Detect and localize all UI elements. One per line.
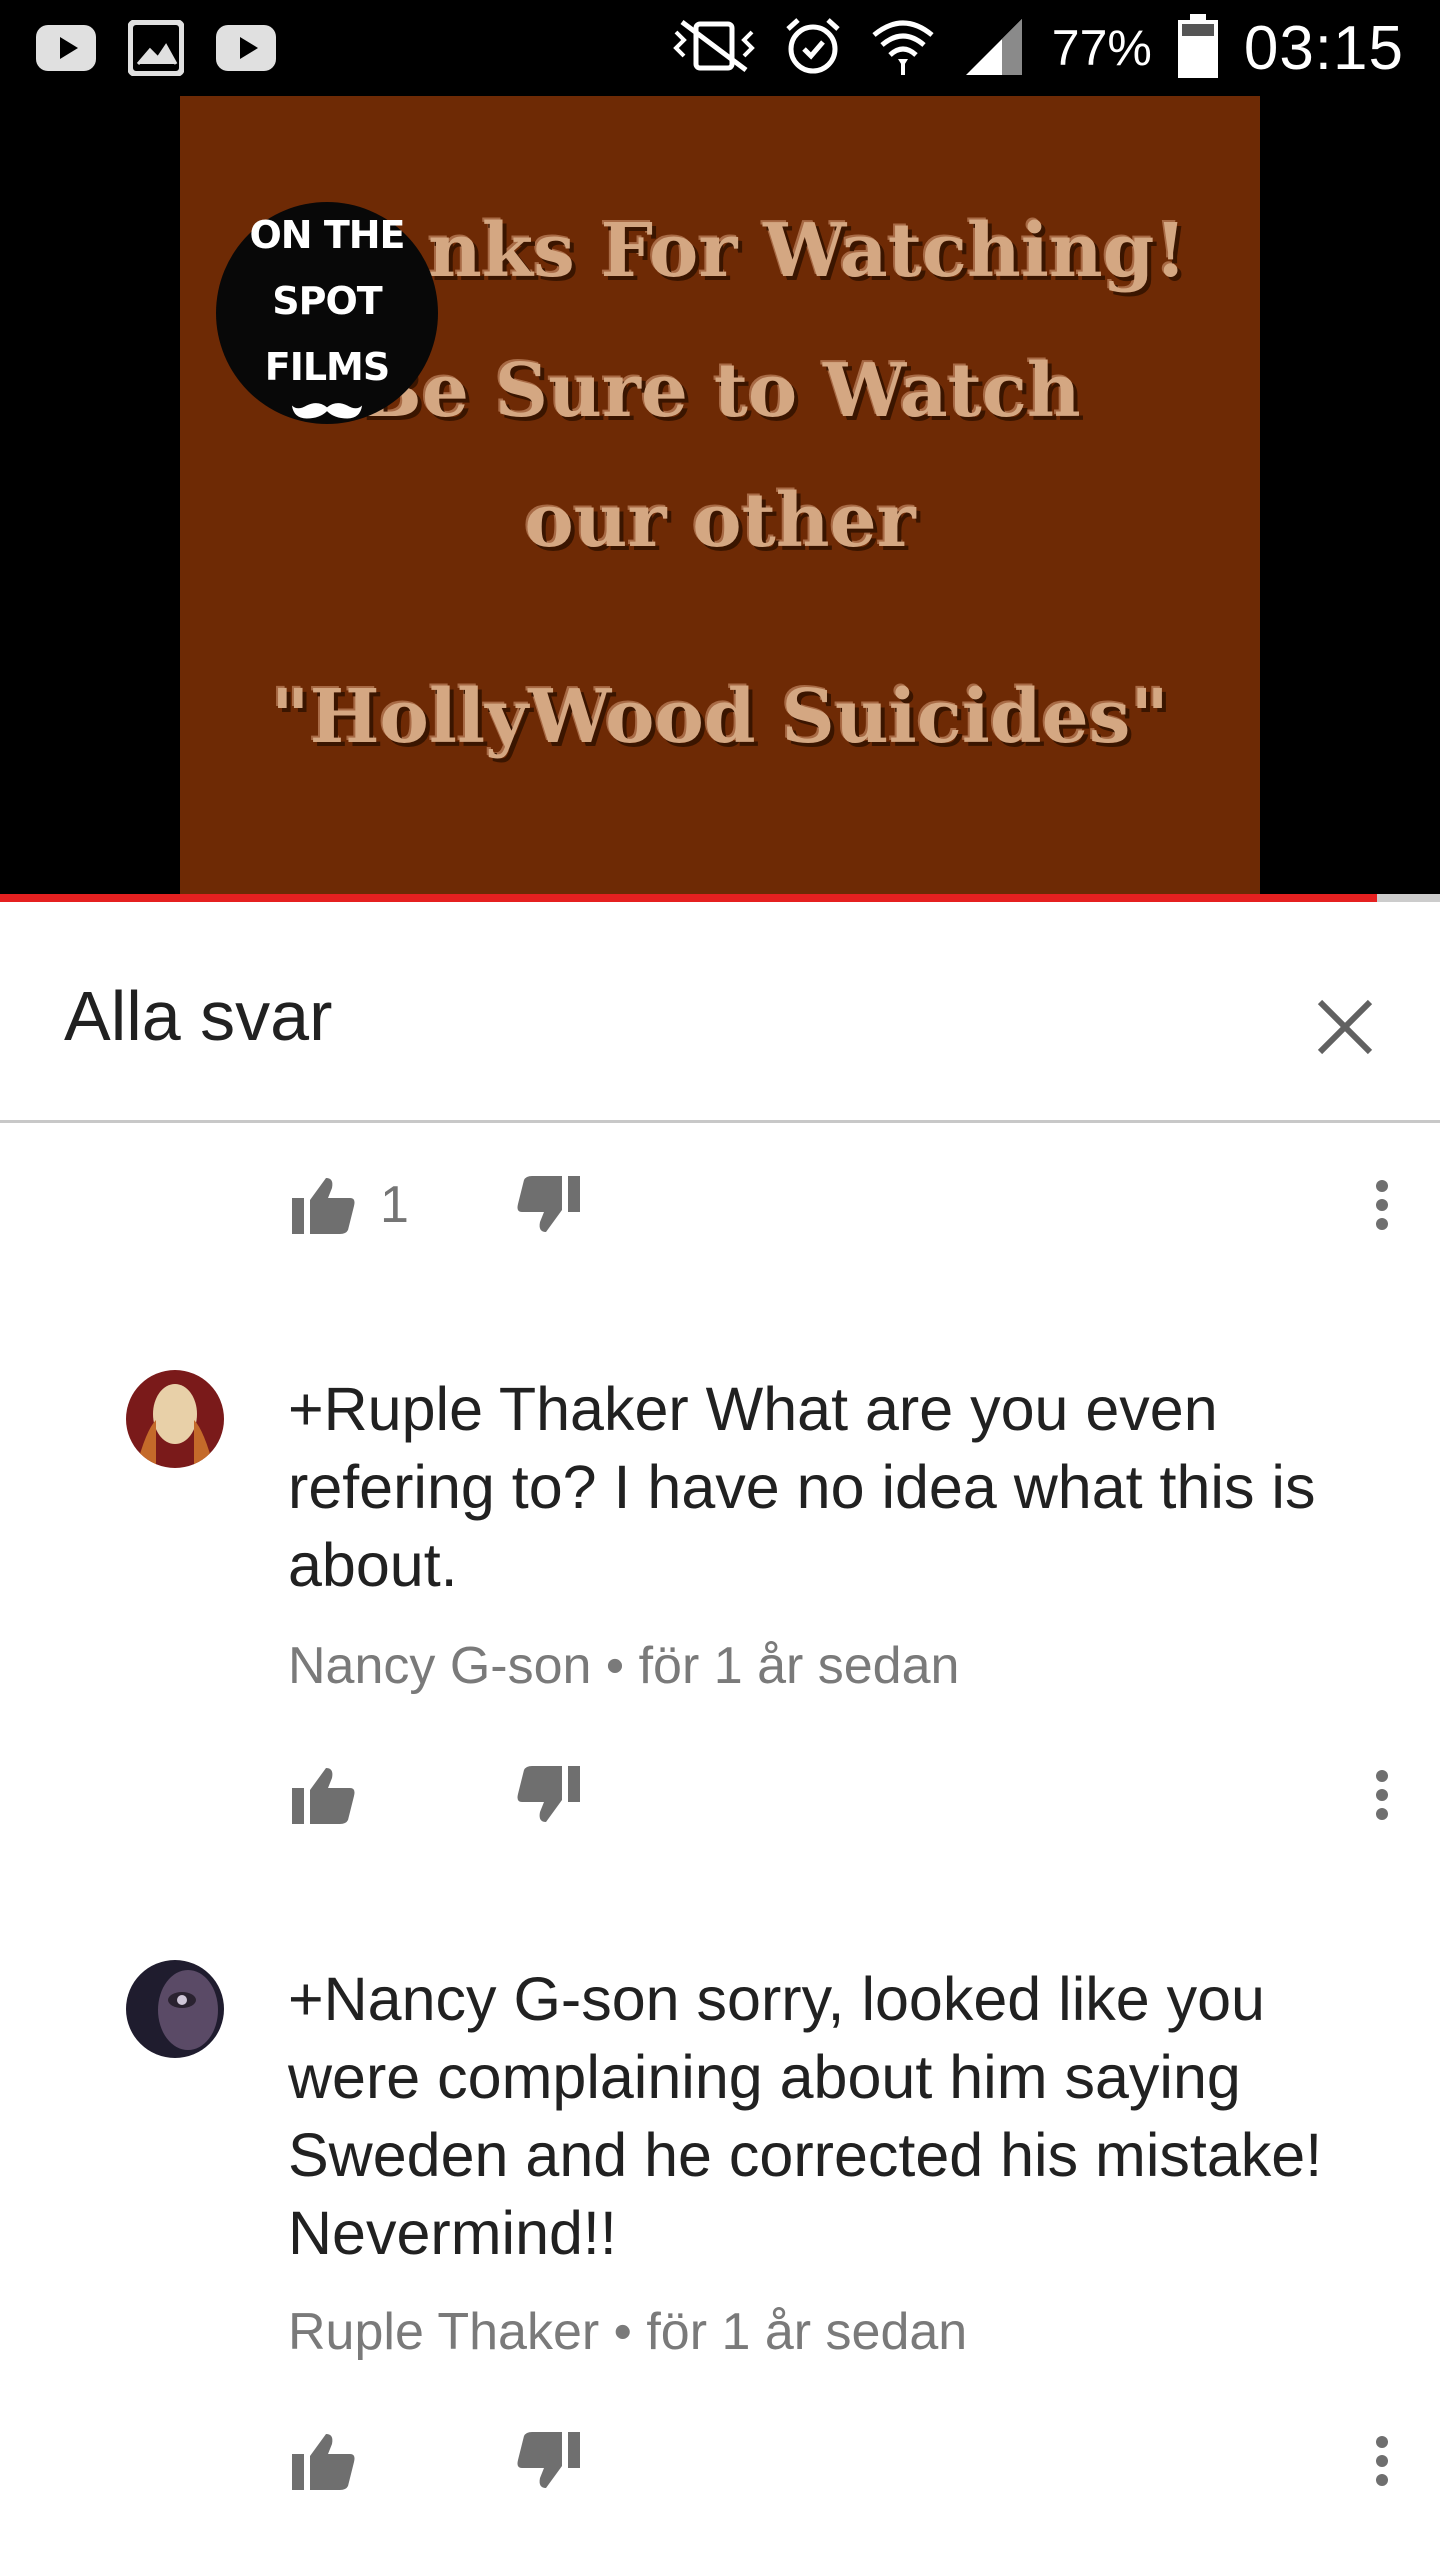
wifi-icon xyxy=(870,15,936,82)
dislike-button[interactable] xyxy=(506,1753,590,1837)
video-progress-bar[interactable] xyxy=(0,894,1440,902)
more-vert-icon xyxy=(1376,2436,1388,2486)
comment-author[interactable]: Nancy G-son xyxy=(288,1637,591,1695)
video-text-line-4: "HollyWood Suicides" xyxy=(271,674,1169,760)
clock: 03:15 xyxy=(1243,13,1404,83)
youtube-icon xyxy=(36,18,96,78)
mustache-icon xyxy=(291,403,363,419)
alarm-icon xyxy=(782,15,844,82)
more-options-button[interactable] xyxy=(1352,1750,1412,1840)
like-button[interactable] xyxy=(282,1753,366,1837)
thumbs-down-icon xyxy=(517,1766,580,1822)
comment-text: +Ruple Thaker What are you even refering… xyxy=(288,1375,1316,1599)
dislike-button[interactable] xyxy=(506,2419,590,2503)
meta-separator: • xyxy=(605,1637,625,1695)
like-button[interactable] xyxy=(282,1163,366,1247)
status-bar: 77% 03:15 xyxy=(0,0,1440,96)
panel-title: Alla svar xyxy=(64,977,333,1055)
logo-line-1: ON THE xyxy=(249,213,405,257)
video-text-line-1: nks For Watching! xyxy=(428,208,1187,294)
battery-icon xyxy=(1177,13,1218,83)
close-button[interactable] xyxy=(1300,982,1390,1072)
more-options-button[interactable] xyxy=(1352,2416,1412,2506)
thumbs-up-icon xyxy=(292,2434,355,2490)
thumbs-down-icon xyxy=(517,2432,580,2488)
replies-panel-header: Alla svar xyxy=(0,902,1440,1123)
comment-time: för 1 år sedan xyxy=(646,2303,968,2361)
thumbs-up-icon xyxy=(292,1768,355,1824)
battery-percent: 77% xyxy=(1051,20,1152,76)
notification-icons xyxy=(36,18,276,78)
video-progress-fill xyxy=(0,894,1377,902)
channel-logo: ON THE SPOT FILMS xyxy=(216,202,438,424)
thumbs-down-icon xyxy=(517,1176,580,1232)
signal-icon xyxy=(962,15,1026,82)
logo-line-2: SPOT FILMS xyxy=(264,279,391,389)
youtube-icon xyxy=(216,18,276,78)
avatar[interactable] xyxy=(126,1960,224,2058)
more-vert-icon xyxy=(1376,1180,1388,1230)
comment-actions xyxy=(282,1750,1412,1840)
avatar[interactable] xyxy=(126,1370,224,1468)
like-button[interactable] xyxy=(282,2419,366,2503)
comment-text: +Nancy G-son sorry, looked like you were… xyxy=(288,1965,1323,2267)
like-count: 1 xyxy=(380,1176,409,1234)
thumbs-up-icon xyxy=(292,1178,355,1234)
video-text-line-3: our other xyxy=(524,478,916,564)
meta-separator: • xyxy=(613,2303,632,2361)
gallery-icon xyxy=(126,18,186,78)
comment-actions: 1 xyxy=(282,1160,1412,1250)
comment-meta: Nancy G-son • för 1 år sedan xyxy=(288,1636,959,1696)
comment-actions xyxy=(282,2416,1412,2506)
vibrate-icon xyxy=(672,18,756,79)
system-icons: 77% 03:15 xyxy=(672,10,1404,86)
dislike-button[interactable] xyxy=(506,1163,590,1247)
video-player[interactable]: nks For Watching! Be Sure to Watch our o… xyxy=(0,96,1440,898)
comment-author[interactable]: Ruple Thaker xyxy=(288,2303,599,2361)
comment-time: för 1 år sedan xyxy=(638,1637,960,1695)
close-icon xyxy=(1317,999,1373,1055)
more-options-button[interactable] xyxy=(1352,1160,1412,1250)
comment-meta: Ruple Thaker • för 1 år sedan xyxy=(288,2302,967,2362)
more-vert-icon xyxy=(1376,1770,1388,1820)
